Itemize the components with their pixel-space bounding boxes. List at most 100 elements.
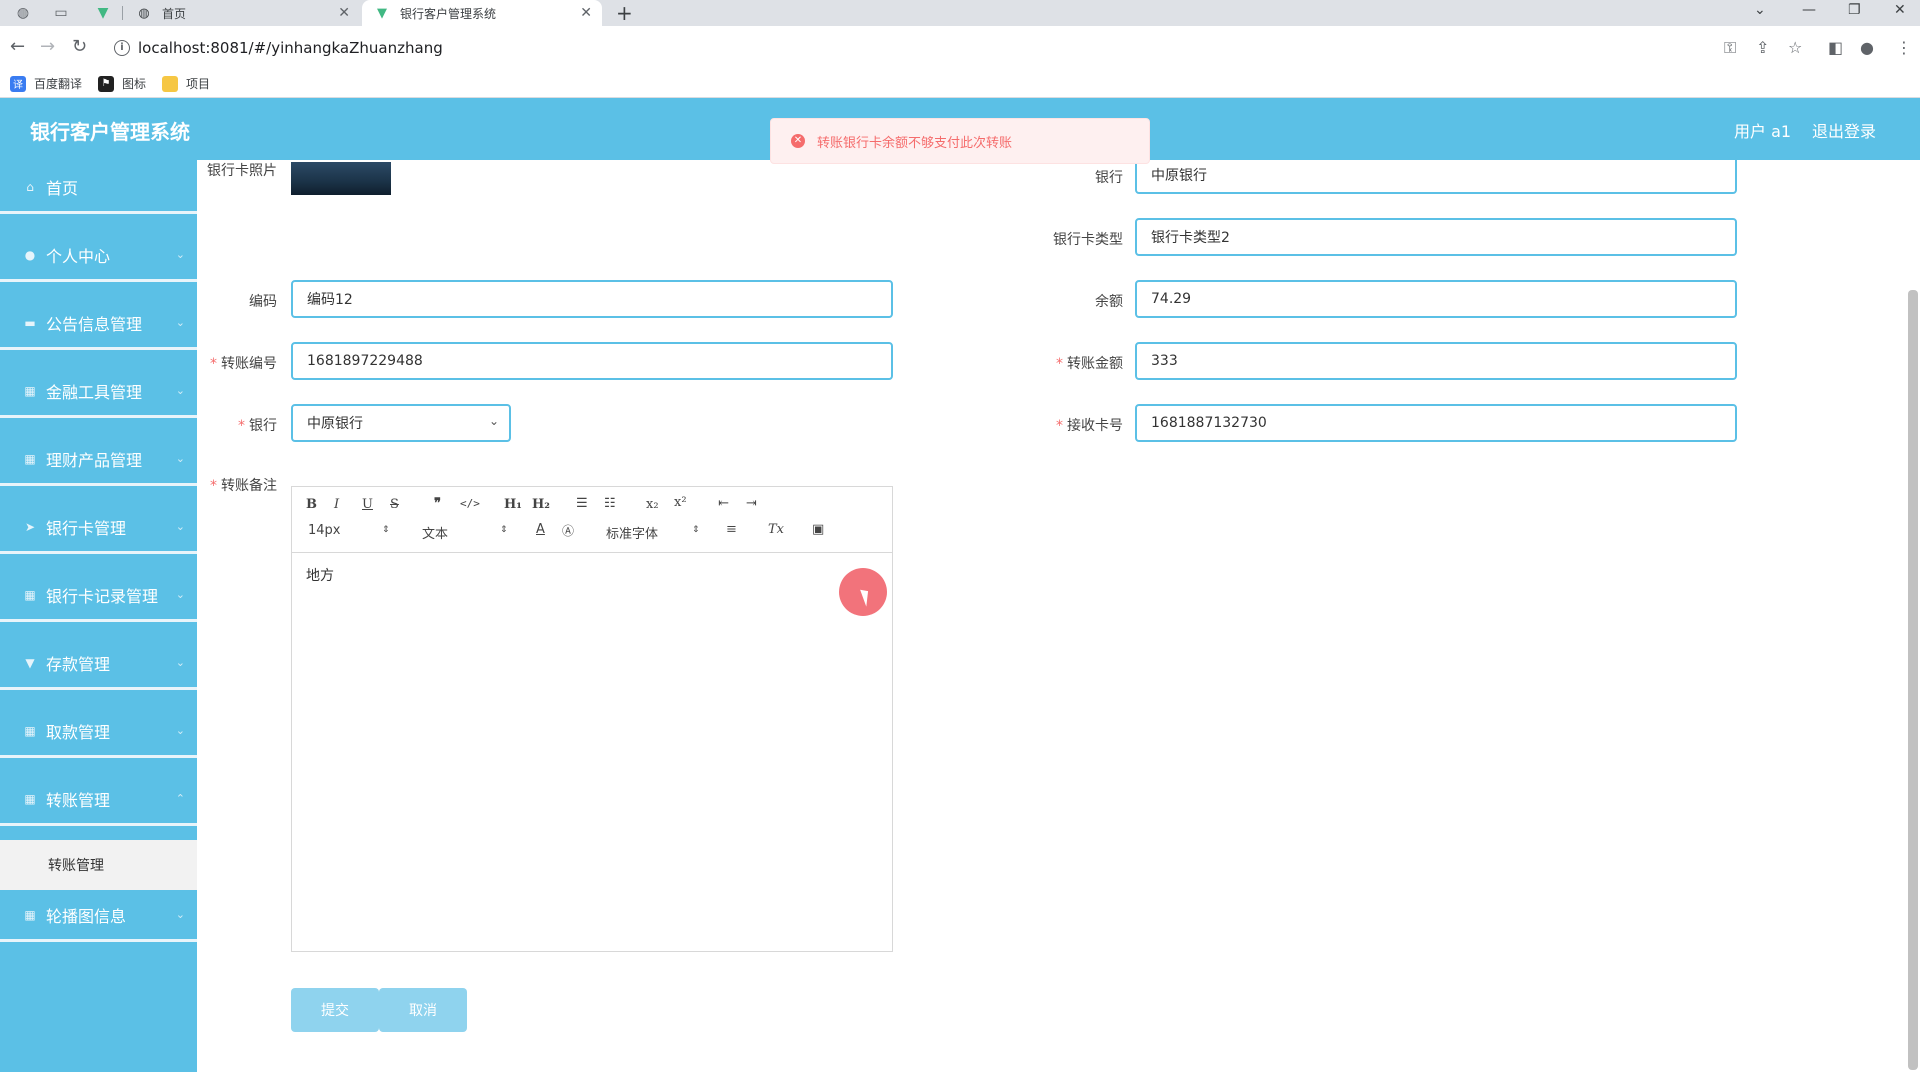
sidebar-item-transfer[interactable]: ▦ 转账管理 ⌃ [0,774,197,826]
tab-bank-system[interactable]: ▼ 银行客户管理系统 ✕ [362,0,602,26]
tab-separator [122,6,123,20]
logout-link[interactable]: 退出登录 [1812,118,1876,142]
chevron-down-icon: ⌄ [175,724,185,737]
restore-icon[interactable]: ❐ [1848,2,1861,18]
close-icon[interactable]: ✕ [580,5,592,21]
translate-icon: 译 [10,75,26,92]
new-tab-icon[interactable]: + [616,1,633,25]
profile-icon[interactable]: ● [1860,38,1874,57]
receive-card-field[interactable]: 1681887132730 [1135,404,1737,442]
chevron-up-icon: ⌃ [175,792,185,805]
card-photo-thumbnail[interactable] [291,162,391,195]
underline-icon[interactable]: U [362,497,373,512]
sidebar-item-label: 首页 [46,178,79,198]
bold-icon[interactable]: B [306,497,317,512]
sidebar-item-card-records[interactable]: ▦ 银行卡记录管理 ⌄ [0,570,197,622]
forward-icon[interactable]: → [40,36,55,57]
star-icon[interactable]: ☆ [1788,38,1802,57]
minimize-icon[interactable]: — [1802,2,1816,18]
bookmark-baidu-translate[interactable]: 译 百度翻译 [10,75,82,92]
superscript-icon[interactable]: x² [674,495,687,510]
updown-icon: ⇕ [692,525,700,535]
back-icon[interactable]: ← [10,36,25,57]
globe-icon: ◍ [138,5,150,21]
sidebar-item-label: 取款管理 [46,722,111,742]
folder-icon [162,75,178,92]
sidebar-item-notice[interactable]: ▬ 公告信息管理 ⌄ [0,298,197,350]
header-select[interactable]: 文本 ⇕ [422,523,508,542]
clear-format-icon[interactable]: Tx [768,522,784,537]
globe-icon[interactable]: ◍ [8,3,38,23]
sidebar-item-label: 存款管理 [46,654,111,674]
align-icon[interactable]: ≡ [726,522,737,537]
ordered-list-icon[interactable]: ☰ [576,496,588,511]
site-info-icon[interactable]: i [114,40,130,56]
bullet-list-icon[interactable]: ☷ [604,496,616,511]
share-icon[interactable]: ⇪ [1756,38,1769,57]
key-icon[interactable]: ⚿ [1724,38,1736,58]
chevron-down-icon: ⌄ [175,908,185,921]
cancel-button[interactable]: 取消 [379,988,467,1032]
chevron-down-icon: ⌄ [175,588,185,601]
bookmark-icons[interactable]: ⚑ 图标 [98,75,146,92]
card-type-label: 银行卡类型 [1053,232,1123,248]
reload-icon[interactable]: ↻ [72,36,87,57]
card-type-field[interactable]: 银行卡类型2 [1135,218,1737,256]
side-panel-icon[interactable]: ◧ [1828,38,1843,57]
page-scrollbar[interactable] [1908,290,1918,1070]
balance-field[interactable]: 74.29 [1135,280,1737,318]
sidebar-item-personal-center[interactable]: ● 个人中心 ⌄ [0,230,197,282]
folder-tab-icon[interactable]: ▭ [46,3,76,23]
window-close-icon[interactable]: ✕ [1894,2,1906,18]
outdent-icon[interactable]: ⇤ [718,496,729,511]
required-mark: * [1056,418,1063,434]
sidebar-item-deposit[interactable]: ▼ 存款管理 ⌄ [0,638,197,690]
sidebar: ⌂ 首页 ● 个人中心 ⌄ ▬ 公告信息管理 ⌄ ▦ 金融工具管理 ⌄ ▦ 理财… [0,160,197,1072]
font-family-select[interactable]: 标准字体 ⇕ [606,523,702,542]
subscript-icon[interactable]: x₂ [646,497,659,512]
sidebar-item-bank-card[interactable]: ➤ 银行卡管理 ⌄ [0,502,197,554]
sidebar-item-withdraw[interactable]: ▦ 取款管理 ⌄ [0,706,197,758]
h1-icon[interactable]: H₁ [504,497,522,512]
strike-icon[interactable]: S [390,497,399,512]
sidebar-item-carousel[interactable]: ▦ 轮播图信息 ⌄ [0,890,197,942]
sidebar-item-financial-tools[interactable]: ▦ 金融工具管理 ⌄ [0,366,197,418]
bookmark-project[interactable]: 项目 [162,75,210,92]
code-field[interactable]: 编码12 [291,280,893,318]
updown-icon: ⇕ [382,525,390,535]
bank-select-value: 中原银行 [307,416,363,432]
sidebar-item-label: 转账管理 [46,790,111,810]
quote-icon[interactable]: ❞ [434,496,441,511]
required-mark: * [210,356,217,372]
chevron-down-icon[interactable]: ⌄ [1754,2,1766,18]
bank-top-field[interactable]: 中原银行 [1135,160,1737,194]
image-icon[interactable]: ▣ [812,522,824,537]
header-value: 文本 [422,527,449,542]
menu-icon[interactable]: ⋮ [1896,38,1912,57]
font-size-select[interactable]: 14px ⇕ [308,523,394,538]
bank-select[interactable]: 中原银行 ⌄ [291,404,511,442]
font-size-value: 14px [308,523,341,538]
tab-home[interactable]: ◍ 首页 ✕ [124,0,360,26]
code-icon[interactable]: </> [460,497,480,510]
bank-label: * 银行 [197,415,277,435]
sidebar-subitem-transfer-management[interactable]: 转账管理 [0,840,197,890]
code-label: 编码 [249,294,277,310]
remark-rich-editor[interactable]: B I U S ❞ </> H₁ H₂ ☰ ☷ x₂ x² ⇤ ⇥ 14px ⇕… [291,486,893,952]
h2-icon[interactable]: H₂ [532,497,550,512]
editor-content[interactable]: 地方 [292,553,892,597]
transfer-amount-field[interactable]: 333 [1135,342,1737,380]
close-icon[interactable]: ✕ [338,5,350,21]
transfer-no-label-text: 转账编号 [221,356,277,372]
indent-icon[interactable]: ⇥ [746,496,757,511]
url-text[interactable]: localhost:8081/#/yinhangkaZhuanzhang [138,39,443,57]
required-mark: * [238,418,245,434]
vue-logo-icon[interactable]: ▼ [88,3,118,23]
background-color-icon[interactable]: Ⓐ [562,522,574,539]
submit-button[interactable]: 提交 [291,988,379,1032]
sidebar-item-home[interactable]: ⌂ 首页 [0,162,197,214]
sidebar-item-wealth-products[interactable]: ▦ 理财产品管理 ⌄ [0,434,197,486]
font-color-icon[interactable]: A [536,522,545,537]
transfer-no-field[interactable]: 1681897229488 [291,342,893,380]
italic-icon[interactable]: I [334,497,339,512]
